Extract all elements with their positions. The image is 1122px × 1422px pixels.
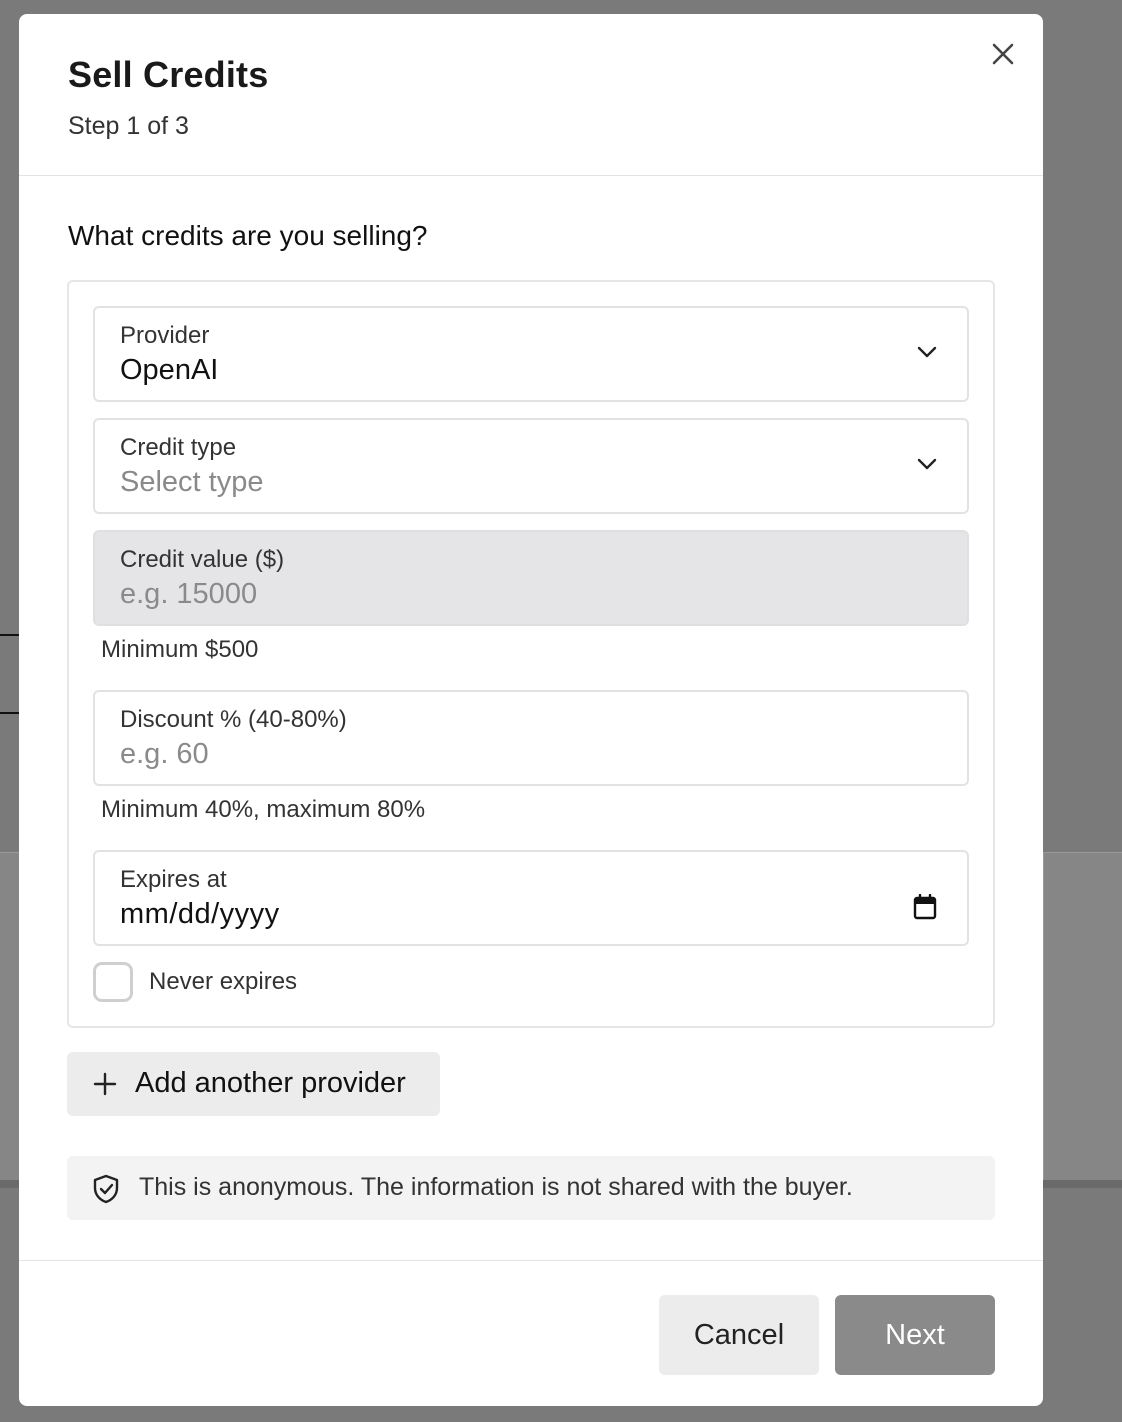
chevron-down-icon: [917, 458, 937, 470]
background-card: [1043, 852, 1122, 1182]
credit-type-select[interactable]: Credit type Select type: [93, 418, 969, 514]
next-button[interactable]: Next: [835, 1295, 995, 1375]
provider-select[interactable]: Provider OpenAI: [93, 306, 969, 402]
expires-value: mm/dd/yyyy: [120, 898, 280, 930]
discount-hint: Minimum 40%, maximum 80%: [101, 796, 426, 823]
never-expires-label: Never expires: [149, 968, 298, 995]
background-divider: [0, 712, 19, 714]
credit-value-hint: Minimum $500: [101, 636, 259, 663]
add-provider-label: Add another provider: [135, 1067, 406, 1099]
never-expires-checkbox[interactable]: [93, 962, 133, 1002]
credit-value-label: Credit value ($): [120, 546, 285, 573]
credit-type-label: Credit type: [120, 434, 237, 461]
credit-type-placeholder: Select type: [120, 466, 264, 498]
add-provider-button[interactable]: Add another provider: [67, 1052, 440, 1116]
step-indicator: Step 1 of 3: [68, 112, 189, 140]
discount-input[interactable]: Discount % (40-80%) e.g. 60: [93, 690, 969, 786]
anonymity-notice: This is anonymous. The information is no…: [67, 1156, 995, 1220]
background-divider: [0, 634, 19, 636]
section-question: What credits are you selling?: [68, 220, 428, 251]
chevron-down-icon: [917, 346, 937, 358]
discount-placeholder: e.g. 60: [120, 738, 209, 770]
expires-label: Expires at: [120, 866, 227, 893]
shield-check-icon: [93, 1174, 119, 1204]
modal-title: Sell Credits: [68, 54, 269, 95]
provider-value: OpenAI: [120, 354, 219, 386]
modal-header: Sell Credits Step 1 of 3: [19, 14, 1043, 176]
modal-footer: Cancel Next: [19, 1260, 1043, 1406]
cancel-button[interactable]: Cancel: [659, 1295, 819, 1375]
credit-value-placeholder: e.g. 15000: [120, 578, 258, 610]
notice-text: This is anonymous. The information is no…: [139, 1173, 853, 1201]
sell-credits-modal: Sell Credits Step 1 of 3 What credits ar…: [19, 14, 1043, 1406]
calendar-icon[interactable]: [913, 894, 937, 920]
credit-value-input[interactable]: Credit value ($) e.g. 15000: [93, 530, 969, 626]
close-icon[interactable]: [987, 38, 1019, 70]
discount-label: Discount % (40-80%): [120, 706, 347, 733]
provider-label: Provider: [120, 322, 210, 349]
expires-date-input[interactable]: Expires at mm/dd/yyyy: [93, 850, 969, 946]
plus-icon: [93, 1072, 117, 1096]
background-card: [0, 852, 19, 1182]
